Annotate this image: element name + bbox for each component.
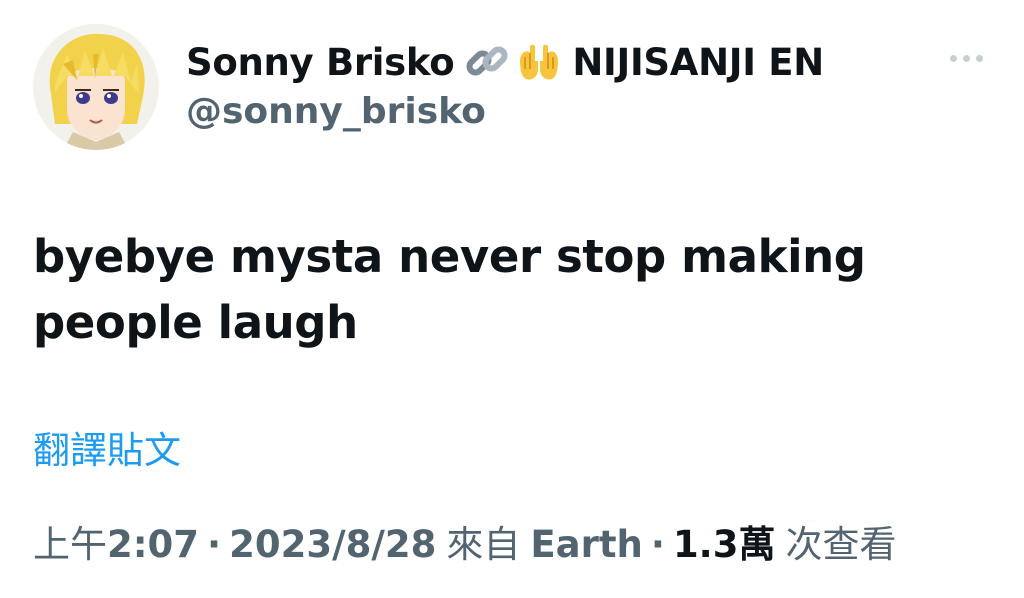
tweet-metadata: 上午 2:07 · 2023/8/28 來自 Earth · 1.3萬 次查看 <box>33 514 896 568</box>
avatar[interactable] <box>33 24 159 150</box>
translate-post-link[interactable]: 翻譯貼文 <box>33 420 181 474</box>
author-handle[interactable]: @sonny_brisko <box>186 91 486 132</box>
views-label: 次查看 <box>785 523 897 566</box>
time-prefix: 上午 <box>33 523 107 566</box>
more-dot <box>962 54 970 62</box>
separator: · <box>650 523 665 566</box>
tweet-card: Sonny Brisko NIJISANJI EN @sonny_brisko … <box>0 0 1024 598</box>
author-affiliation: NIJISANJI EN <box>572 40 824 84</box>
palms-up-together-emoji-icon <box>516 39 562 85</box>
more-options-icon[interactable] <box>938 40 994 76</box>
link-emoji-icon <box>464 39 510 85</box>
tweet-source: Earth <box>530 523 643 566</box>
views-count[interactable]: 1.3萬 <box>673 514 776 568</box>
display-name[interactable]: Sonny Brisko <box>186 41 455 84</box>
more-dot <box>949 54 957 62</box>
more-dot <box>975 54 983 62</box>
author-name-row: Sonny Brisko NIJISANJI EN <box>186 34 824 90</box>
separator: · <box>207 523 222 566</box>
tweet-date[interactable]: 2023/8/28 <box>229 523 436 566</box>
tweet-text: byebye mysta never stop making people la… <box>33 230 866 349</box>
tweet-time[interactable]: 2:07 <box>107 523 199 566</box>
source-prefix: 來自 <box>446 523 521 566</box>
avatar-image <box>33 24 159 150</box>
